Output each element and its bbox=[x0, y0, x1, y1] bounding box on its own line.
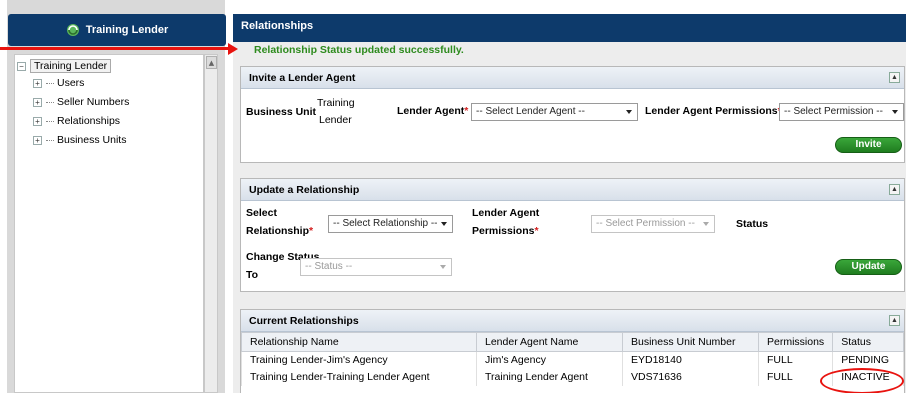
tree-item-label[interactable]: Business Units bbox=[57, 134, 126, 146]
invite-section: Invite a Lender Agent ▲ Business Unit Tr… bbox=[240, 66, 905, 163]
select-relationship-label-line2: Relationship* bbox=[246, 224, 313, 239]
required-marker: * bbox=[309, 225, 314, 237]
lender-agent-label: Lender Agent* bbox=[397, 104, 468, 119]
expand-icon[interactable]: + bbox=[33, 135, 42, 145]
relationship-select[interactable]: -- Select Relationship -- bbox=[328, 215, 453, 233]
relationships-table: Relationship Name Lender Agent Name Busi… bbox=[241, 332, 904, 386]
business-unit-value-line2: Lender bbox=[319, 114, 352, 126]
update-section-title: Update a Relationship ▲ bbox=[241, 179, 904, 201]
tree-scrollbar[interactable]: ▲ bbox=[204, 54, 218, 393]
status-select[interactable]: -- Status -- bbox=[300, 258, 452, 276]
status-select-value: -- Status -- bbox=[305, 261, 353, 272]
chevron-down-icon bbox=[892, 110, 898, 114]
update-permission-select-value: -- Select Permission -- bbox=[596, 218, 695, 229]
page-title: Relationships bbox=[233, 14, 906, 42]
invite-permission-select[interactable]: -- Select Permission -- bbox=[779, 103, 904, 121]
collapse-icon[interactable]: ▲ bbox=[889, 72, 900, 83]
select-relationship-label-text: Relationship bbox=[246, 225, 310, 237]
chevron-down-icon bbox=[440, 265, 446, 269]
lender-agent-name-cell: Training Lender Agent bbox=[476, 368, 623, 386]
tree-root[interactable]: − Training Lender bbox=[17, 59, 112, 73]
lender-agent-select-value: -- Select Lender Agent -- bbox=[476, 106, 585, 117]
current-relationships-heading: Current Relationships bbox=[249, 315, 359, 327]
current-relationships-section: Current Relationships ▲ Relationship Nam… bbox=[240, 309, 905, 393]
scroll-up-icon[interactable]: ▲ bbox=[206, 56, 217, 69]
invite-button[interactable]: Invite bbox=[835, 137, 902, 153]
lender-agent-name-cell: Jim's Agency bbox=[476, 351, 623, 369]
permissions-cell: FULL bbox=[757, 351, 834, 369]
navigation-tree: − Training Lender + Users + Seller Numbe… bbox=[14, 54, 204, 393]
status-cell: PENDING bbox=[832, 351, 904, 369]
collapse-icon[interactable]: ▲ bbox=[889, 315, 900, 326]
select-relationship-label-line1: Select bbox=[246, 207, 277, 219]
success-message: Relationship Status updated successfully… bbox=[254, 44, 464, 56]
annotation-arrow-head bbox=[228, 43, 238, 55]
table-row[interactable]: Training Lender-Jim's Agency Jim's Agenc… bbox=[241, 351, 904, 369]
column-header[interactable]: Lender Agent Name bbox=[476, 332, 623, 352]
lender-logo-icon bbox=[66, 24, 79, 36]
annotation-arrow bbox=[0, 47, 232, 50]
business-unit-value-line1: Training bbox=[317, 97, 355, 109]
relationship-select-value: -- Select Relationship -- bbox=[333, 218, 438, 229]
update-permissions-label-text: Permissions bbox=[472, 225, 535, 237]
tree-item-users[interactable]: + Users bbox=[33, 77, 84, 89]
annotation-highlight-ellipse bbox=[820, 368, 904, 393]
lender-agent-label-text: Lender Agent bbox=[397, 105, 465, 117]
update-permissions-label-line2: Permissions* bbox=[472, 224, 539, 239]
business-unit-label: Business Unit bbox=[246, 106, 317, 118]
collapse-tree-icon[interactable]: − bbox=[17, 61, 26, 71]
invite-section-title: Invite a Lender Agent ▲ bbox=[241, 67, 904, 89]
current-relationships-title: Current Relationships ▲ bbox=[241, 310, 904, 332]
table-header-row: Relationship Name Lender Agent Name Busi… bbox=[241, 332, 904, 352]
tree-connector bbox=[46, 139, 54, 141]
update-section-heading: Update a Relationship bbox=[249, 184, 360, 196]
business-unit-number-cell: VDS71636 bbox=[622, 368, 759, 386]
column-header[interactable]: Permissions bbox=[757, 332, 834, 352]
table-row[interactable]: Training Lender-Training Lender Agent Tr… bbox=[241, 368, 904, 386]
sidebar-title: Training Lender bbox=[85, 24, 169, 36]
column-header[interactable]: Business Unit Number bbox=[622, 332, 759, 352]
chevron-down-icon bbox=[441, 222, 447, 226]
sidebar-header: Training Lender bbox=[8, 14, 226, 46]
expand-icon[interactable]: + bbox=[33, 78, 42, 88]
update-permissions-label-line1: Lender Agent bbox=[472, 207, 540, 219]
lender-agent-select[interactable]: -- Select Lender Agent -- bbox=[471, 103, 638, 121]
chevron-down-icon bbox=[626, 110, 632, 114]
collapse-icon[interactable]: ▲ bbox=[889, 184, 900, 195]
lender-agent-permissions-label: Lender Agent Permissions* bbox=[645, 104, 782, 119]
required-marker: * bbox=[534, 225, 539, 237]
permissions-label-text: Lender Agent Permissions bbox=[645, 105, 778, 117]
status-label: Status bbox=[736, 218, 769, 230]
business-unit-number-cell: EYD18140 bbox=[622, 351, 759, 369]
tree-item-label[interactable]: Seller Numbers bbox=[57, 96, 129, 108]
expand-icon[interactable]: + bbox=[33, 97, 42, 107]
invite-section-heading: Invite a Lender Agent bbox=[249, 72, 356, 84]
tree-item-relationships[interactable]: + Relationships bbox=[33, 115, 120, 127]
relationship-name-cell: Training Lender-Jim's Agency bbox=[241, 351, 477, 369]
tree-connector bbox=[46, 120, 54, 122]
tree-connector bbox=[46, 101, 54, 103]
update-permission-select[interactable]: -- Select Permission -- bbox=[591, 215, 715, 233]
tree-item-label[interactable]: Users bbox=[57, 77, 84, 89]
column-header[interactable]: Status bbox=[832, 332, 904, 352]
change-status-label-line2: To bbox=[246, 269, 259, 281]
column-header[interactable]: Relationship Name bbox=[241, 332, 477, 352]
invite-permission-select-value: -- Select Permission -- bbox=[784, 106, 883, 117]
tree-connector bbox=[46, 82, 54, 84]
update-section: Update a Relationship ▲ Select Relations… bbox=[240, 178, 905, 292]
required-marker: * bbox=[464, 105, 469, 117]
tree-item-business-units[interactable]: + Business Units bbox=[33, 134, 126, 146]
chevron-down-icon bbox=[703, 222, 709, 226]
expand-icon[interactable]: + bbox=[33, 116, 42, 126]
relationship-name-cell: Training Lender-Training Lender Agent bbox=[241, 368, 477, 386]
tree-item-seller-numbers[interactable]: + Seller Numbers bbox=[33, 96, 129, 108]
tree-root-label[interactable]: Training Lender bbox=[30, 59, 112, 73]
tree-item-label[interactable]: Relationships bbox=[57, 115, 120, 127]
update-button[interactable]: Update bbox=[835, 259, 902, 275]
